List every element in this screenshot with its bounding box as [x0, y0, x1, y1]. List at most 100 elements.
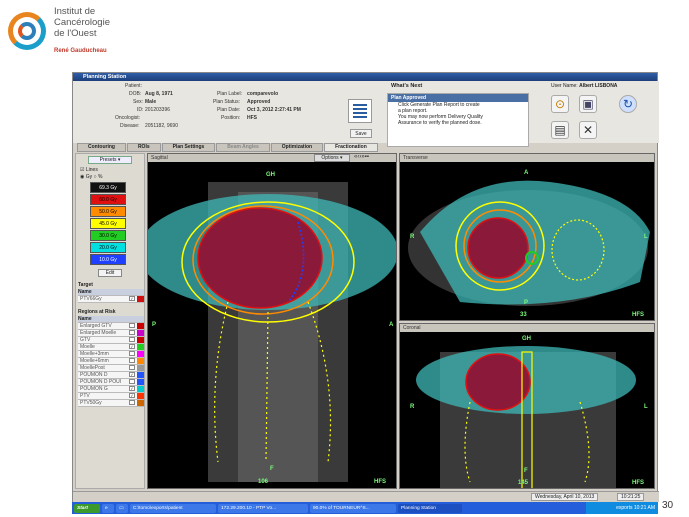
row-name: GTV [80, 337, 91, 343]
generate-report-icon[interactable] [348, 99, 372, 123]
isodose-level[interactable]: 30.0 Gy [90, 230, 126, 241]
row-checkbox[interactable]: ✓ [129, 296, 135, 301]
isodose-level[interactable]: 60.0 Gy [90, 194, 126, 205]
tab-contouring[interactable]: Contouring [77, 143, 126, 152]
tab-rois[interactable]: ROIs [126, 143, 161, 152]
whats-next-bullet-2b: Assurance to verify the planned dose. [398, 120, 482, 126]
logo-line-2: Cancérologie [54, 17, 110, 28]
tab-optimization[interactable]: Optimization [270, 143, 324, 152]
sex-value: Male [145, 99, 157, 105]
row-name: Moelle+3mm [80, 351, 109, 357]
patient-label: Patient: [125, 83, 142, 89]
tab-plan-settings[interactable]: Plan Settings [161, 143, 216, 152]
coronal-view[interactable]: Coronal GH R L F 145 HFS [399, 323, 655, 489]
row-checkbox[interactable] [129, 400, 135, 405]
color-swatch[interactable] [137, 379, 144, 385]
taskbar-item-explorer[interactable]: C:\tomo\exports\patient [130, 503, 216, 513]
tab-fractionation[interactable]: Fractionation [324, 143, 378, 152]
table-row[interactable]: POUMON G ✓ [78, 386, 144, 393]
lines-label: Lines [85, 167, 98, 173]
table-row[interactable]: MoellePost [78, 365, 144, 372]
lock-icon[interactable]: ▣ [579, 95, 597, 113]
options-dropdown[interactable]: Options ▾ [314, 154, 350, 162]
start-button[interactable]: Start [74, 503, 100, 513]
table-row[interactable]: PTV ✓ [78, 393, 144, 400]
isodose-level[interactable]: 69.3 Gy [90, 182, 126, 193]
taskbar-item-progress[interactable]: 90.0% of TOURNEUR^S... [310, 503, 396, 513]
plan-label-label: Plan Label: [217, 91, 243, 97]
dose-icon[interactable]: ⊙ [551, 95, 569, 113]
ie-icon[interactable]: e [102, 503, 114, 513]
refresh-icon[interactable]: ↻ [619, 95, 637, 113]
row-checkbox[interactable] [129, 337, 135, 342]
table-row[interactable]: Moelle+3mm [78, 351, 144, 358]
sagittal-bottom-label: F [270, 466, 274, 472]
sagittal-view[interactable]: Sagittal Options ▾ «‹›»▪▪ GH P A F 106 H… [147, 153, 397, 489]
gy-label: Gy [85, 174, 93, 180]
color-swatch[interactable] [137, 351, 144, 357]
row-checkbox[interactable] [129, 365, 135, 370]
id-value: 201203396 [145, 107, 171, 113]
row-checkbox[interactable]: ✓ [129, 393, 135, 398]
tray-exports[interactable]: exports [616, 505, 632, 511]
tab-beam-angles[interactable]: Beam Angles [216, 143, 270, 152]
coronal-right-label: L [644, 404, 648, 410]
color-swatch[interactable] [137, 365, 144, 371]
color-swatch[interactable] [137, 400, 144, 406]
presets-dropdown[interactable]: Presets ▾ [88, 156, 132, 164]
color-swatch[interactable] [137, 296, 144, 302]
row-checkbox[interactable]: ✓ [129, 386, 135, 391]
color-swatch[interactable] [137, 386, 144, 392]
table-row[interactable]: Enlarged GTV [78, 323, 144, 330]
isodose-level[interactable]: 10.0 Gy [90, 254, 126, 265]
color-swatch[interactable] [137, 330, 144, 336]
row-checkbox[interactable] [129, 358, 135, 363]
color-swatch[interactable] [137, 358, 144, 364]
table-header: Name [78, 289, 144, 296]
system-tray: exports 10:21 AM [586, 502, 658, 514]
plan-label-value: comparevolo [247, 91, 279, 97]
taskbar-item-planning[interactable]: Planning Station [398, 503, 462, 513]
unit-selector[interactable]: ◉ Gy ○ % [80, 174, 102, 180]
table-row[interactable]: POUMON D ✓ [78, 372, 144, 379]
lines-checkbox[interactable]: ☑ Lines [80, 167, 98, 173]
table-row[interactable]: PTV50Gy [78, 400, 144, 407]
table-row[interactable]: PTV66Gy ✓ [78, 296, 144, 303]
coronal-orientation: HFS [632, 480, 644, 486]
table-row[interactable]: Moelle+6mm [78, 358, 144, 365]
coronal-top-label: GH [522, 336, 531, 342]
row-checkbox[interactable] [129, 330, 135, 335]
isodose-level[interactable]: 50.0 Gy [90, 206, 126, 217]
printer-icon[interactable]: ▤ [551, 121, 569, 139]
row-name: Moelle+6mm [80, 358, 109, 364]
isodose-level[interactable]: 45.0 Gy [90, 218, 126, 229]
oncologist-label: Oncologist: [115, 115, 141, 121]
edit-button[interactable]: Edit [98, 269, 122, 277]
table-row[interactable]: Moelle ✓ [78, 344, 144, 351]
slice-nav-icon[interactable]: «‹›»▪▪ [354, 154, 369, 160]
row-checkbox[interactable] [129, 379, 135, 384]
sagittal-slice-number: 106 [258, 479, 269, 485]
isodose-level[interactable]: 20.0 Gy [90, 242, 126, 253]
color-swatch[interactable] [137, 323, 144, 329]
save-button[interactable]: Save [350, 129, 372, 138]
table-header: Name [78, 316, 144, 323]
institute-logo: Institut de Cancérologie de l'Ouest René… [8, 6, 128, 66]
folder-icon[interactable]: ▭ [116, 503, 128, 513]
row-checkbox[interactable] [129, 323, 135, 328]
table-row[interactable]: POUMON D POUI [78, 379, 144, 386]
color-swatch[interactable] [137, 393, 144, 399]
position-value: HFS [247, 115, 257, 121]
color-swatch[interactable] [137, 337, 144, 343]
row-checkbox[interactable]: ✓ [129, 344, 135, 349]
taskbar-item-remote[interactable]: 172.29.200.10 - PTP Vo... [218, 503, 308, 513]
row-checkbox[interactable]: ✓ [129, 372, 135, 377]
row-name: POUMON D POUI [80, 379, 122, 385]
table-row[interactable]: Enlarged Moelle [78, 330, 144, 337]
color-swatch[interactable] [137, 372, 144, 378]
transverse-view[interactable]: Transverse A R L P 33 HFS [399, 153, 655, 321]
row-checkbox[interactable] [129, 351, 135, 356]
table-row[interactable]: GTV [78, 337, 144, 344]
tools-icon[interactable]: ✕ [579, 121, 597, 139]
color-swatch[interactable] [137, 344, 144, 350]
